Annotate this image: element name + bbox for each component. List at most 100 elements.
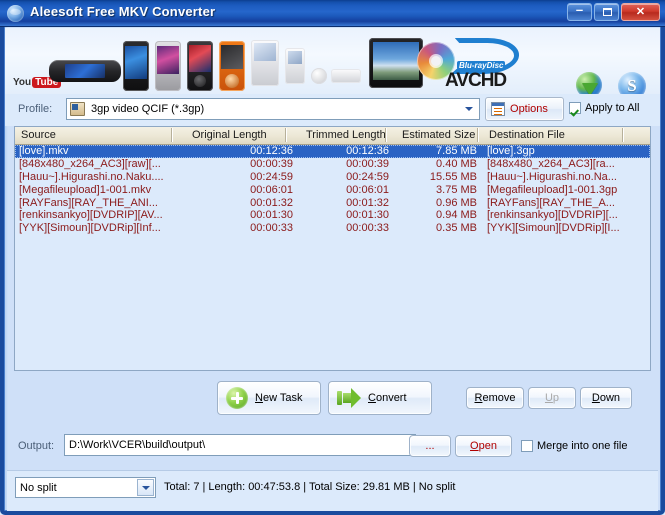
chevron-down-icon xyxy=(141,485,150,490)
minimize-icon: – xyxy=(575,2,584,17)
profile-dropdown-button[interactable] xyxy=(461,101,477,117)
skype-s-icon[interactable]: S xyxy=(618,72,646,94)
green-arrow-icon xyxy=(337,388,361,408)
table-row[interactable]: [848x480_x264_AC3][raw][... 00:00:39 00:00… xyxy=(15,158,650,171)
iphone-device-image xyxy=(123,41,149,91)
video-file-icon xyxy=(70,102,85,116)
status-bar: No split Total: 7 | Length: 00:47:53.8 |… xyxy=(7,470,658,511)
chevron-down-icon xyxy=(465,107,473,111)
open-output-button[interactable]: Open xyxy=(455,435,512,457)
new-task-label-rest: ew Task xyxy=(262,392,303,404)
profile-selected-value: 3gp video QCIF (*.3gp) xyxy=(91,103,205,115)
cell-source: [RAYFans][RAY_THE_ANI... xyxy=(19,196,158,209)
up-label: Up xyxy=(544,392,560,404)
mobile-phone-device-image xyxy=(187,41,213,91)
cell-destination-file: [Hauu~].Higurashi.no.Na... xyxy=(487,170,617,183)
options-list-icon xyxy=(491,102,505,116)
apply-to-all-label: Apply to All xyxy=(585,102,640,114)
window-title: Aleesoft Free MKV Converter xyxy=(30,4,216,19)
profile-bar: Profile: 3gp video QCIF (*.3gp) Options … xyxy=(5,94,660,126)
download-globe-icon[interactable] xyxy=(576,72,606,94)
move-down-button[interactable]: Down xyxy=(580,387,632,409)
remove-label-rest: emove xyxy=(482,392,516,404)
cell-original-length: 00:01:30 xyxy=(250,209,293,222)
maximize-icon xyxy=(595,4,618,20)
cell-source: [Megafileupload]1-001.mkv xyxy=(19,183,152,196)
table-row[interactable]: [YYK][Simoun][DVDRip][Inf... 00:00:33 00:0… xyxy=(15,222,650,235)
arrow-stem xyxy=(337,391,342,405)
add-plus-icon xyxy=(226,387,248,409)
status-summary-text: Total: 7 | Length: 00:47:53.8 | Total Si… xyxy=(164,481,456,493)
column-header-trimmed-length[interactable]: Trimmed Length xyxy=(306,129,386,141)
column-divider-5[interactable] xyxy=(623,128,624,142)
cell-trimmed-length: 00:01:32 xyxy=(346,196,389,209)
remove-button[interactable]: Remove xyxy=(466,387,524,409)
youtube-you-text: You xyxy=(13,77,32,88)
apply-to-all-checkbox[interactable]: Apply to All xyxy=(569,102,639,114)
column-divider-4[interactable] xyxy=(478,128,479,142)
apply-to-all-checkmark-icon xyxy=(569,102,581,114)
skype-letter: S xyxy=(627,76,637,94)
psp-device-image xyxy=(49,60,121,82)
table-row[interactable]: [Hauu~].Higurashi.no.Naku.... 00:24:59 00:… xyxy=(15,171,650,184)
column-header-estimated-size[interactable]: Estimated Size xyxy=(402,129,475,141)
cell-destination-file: [love].3gp xyxy=(487,145,535,157)
minimize-button[interactable]: – xyxy=(567,3,592,21)
output-label: Output: xyxy=(18,440,55,452)
options-button-label: Options xyxy=(510,103,548,115)
cell-original-length: 00:06:01 xyxy=(250,183,293,196)
cell-destination-file: [Megafileupload]1-001.3gp xyxy=(487,183,618,196)
cell-estimated-size: 3.75 MB xyxy=(436,183,477,196)
table-row[interactable]: [love].mkv 00:12:36 00:12:36 7.85 MB [love].… xyxy=(15,145,650,158)
open-label-rest: pen xyxy=(478,440,497,452)
new-task-button[interactable]: New Task xyxy=(217,381,321,415)
file-list-header: Source Original Length Trimmed Length Es… xyxy=(15,127,650,145)
column-divider-1[interactable] xyxy=(172,128,173,142)
cell-destination-file: [RAYFans][RAY_THE_A... xyxy=(487,196,615,209)
up-label-rest: p xyxy=(552,392,560,404)
convert-label-rest: onvert xyxy=(375,392,407,404)
convert-label: Convert xyxy=(368,392,407,404)
table-row[interactable]: [RAYFans][RAY_THE_ANI... 00:01:32 00:01:32… xyxy=(15,197,650,210)
down-label-rest: own xyxy=(599,392,621,404)
promo-banner: You Tube Blu-rayDisc AVCHD S xyxy=(5,28,660,94)
column-header-original-length[interactable]: Original Length xyxy=(192,129,267,141)
column-divider-2[interactable] xyxy=(286,128,287,142)
app-icon xyxy=(7,5,24,22)
file-list-rows: [love].mkv 00:12:36 00:12:36 7.85 MB [love].… xyxy=(15,145,650,235)
merge-into-one-file-checkbox[interactable]: Merge into one file xyxy=(521,440,628,452)
cell-trimmed-length: 00:06:01 xyxy=(346,183,389,196)
close-button[interactable]: ✕ xyxy=(621,3,660,21)
profile-combobox[interactable]: 3gp video QCIF (*.3gp) xyxy=(66,98,480,120)
arrow-tip xyxy=(351,388,361,408)
split-mode-combobox[interactable]: No split xyxy=(15,477,156,498)
table-row[interactable]: [Megafileupload]1-001.mkv 00:06:01 00:06:0… xyxy=(15,184,650,197)
ipad-device-image xyxy=(369,38,423,88)
column-header-source[interactable]: Source xyxy=(21,129,56,141)
move-up-button[interactable]: Up xyxy=(528,387,576,409)
browse-output-button[interactable]: ... xyxy=(409,435,451,457)
cell-original-length: 00:00:39 xyxy=(250,157,293,170)
cell-estimated-size: 15.55 MB xyxy=(429,170,477,183)
ipod-shuffle-image xyxy=(311,68,327,84)
browse-label: ... xyxy=(425,440,435,452)
cell-destination-file: [renkinsankyo][DVDRIP][... xyxy=(487,209,618,222)
cell-trimmed-length: 00:00:39 xyxy=(346,157,389,170)
cell-destination-file: [YYK][Simoun][DVDRip][I... xyxy=(487,222,620,235)
options-button[interactable]: Options xyxy=(485,97,564,121)
new-task-label: New Task xyxy=(255,392,303,404)
merge-checkbox-box xyxy=(521,440,533,452)
bluray-logo: Blu-rayDisc xyxy=(451,38,521,74)
title-bar: Aleesoft Free MKV Converter – ✕ xyxy=(0,0,665,27)
download-arrow xyxy=(582,83,598,94)
convert-button[interactable]: Convert xyxy=(328,381,432,415)
column-header-destination-file[interactable]: Destination File xyxy=(489,129,565,141)
table-row[interactable]: [renkinsankyo][DVDRIP][AV... 00:01:30 00:0… xyxy=(15,209,650,222)
cell-source: [renkinsankyo][DVDRIP][AV... xyxy=(19,209,163,222)
column-divider-3[interactable] xyxy=(386,128,387,142)
cell-trimmed-length: 00:12:36 xyxy=(346,145,389,157)
maximize-button[interactable] xyxy=(594,3,619,21)
split-dropdown-button[interactable] xyxy=(137,479,154,496)
output-path-input[interactable]: D:\Work\VCER\build\output\ xyxy=(64,434,416,456)
open-label: Open xyxy=(470,440,497,452)
